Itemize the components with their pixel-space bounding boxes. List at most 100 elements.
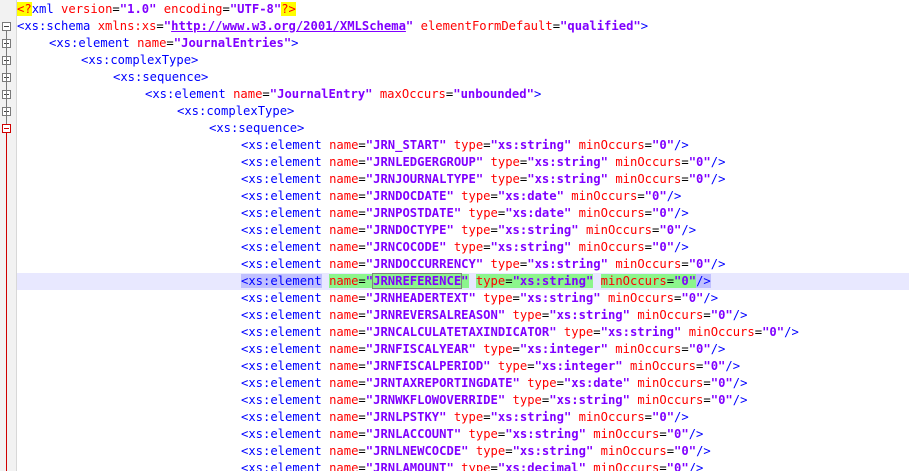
code-line[interactable]: <xs:element name="JRNFISCALYEAR" type="x… [17, 341, 909, 358]
code-line[interactable]: <xs:complexType> [17, 52, 909, 69]
code-line[interactable]: <xs:sequence> [17, 69, 909, 86]
equals: = [358, 223, 366, 237]
code-line[interactable]: <xs:element name="JRNHEADERTEXT" type="x… [17, 290, 909, 307]
code-line[interactable]: <xs:element name="JRNPOSTDATE" type="xs:… [17, 205, 909, 222]
xml-tag-close: /> [674, 240, 689, 254]
attr-type: type [490, 257, 520, 271]
quote: " [468, 291, 476, 305]
xml-tag: <xs:element [241, 444, 322, 458]
code-line[interactable]: <xs:element name="JRNCOCODE" type="xs:st… [17, 239, 909, 256]
code-line[interactable]: <xs:element name="JRNDOCDATE" type="xs:d… [17, 188, 909, 205]
code-line[interactable]: <xs:element name="JRNTAXREPORTINGDATE" t… [17, 375, 909, 392]
quote: " [527, 155, 535, 169]
code-line[interactable]: <xs:element name="JRNJOURNALTYPE" type="… [17, 171, 909, 188]
quote: " [703, 359, 711, 373]
quote: " [688, 172, 697, 186]
xml-tag: <xs:element [241, 359, 322, 373]
code-line[interactable]: <xs:element name="JRNWKFLOWOVERRIDE" typ… [17, 392, 909, 409]
quote: " [365, 155, 374, 169]
code-line[interactable]: <xs:element name="JRNLACCOUNT" type="xs:… [17, 426, 909, 443]
code-line[interactable]: <xs:schema xmlns:xs="http://www.w3.org/2… [17, 18, 909, 35]
equals: = [505, 444, 513, 458]
code-line[interactable]: <xs:element name="JRNREVERSALREASON" typ… [17, 307, 909, 324]
code-line[interactable]: <xs:element name="JRN_START" type="xs:st… [17, 137, 909, 154]
attr-minoccurs: minOccurs [615, 172, 682, 186]
code-line[interactable]: <?xml version="1.0" encoding="UTF-8"?> [17, 1, 909, 18]
element-type-value: xs:string [519, 444, 586, 458]
code-line[interactable]: <xs:element name="JRNLNEWCOCDE" type="xs… [17, 443, 909, 460]
code-line[interactable]: <xs:element name="JRNLPSTKY" type="xs:st… [17, 409, 909, 426]
xml-tag-close: /> [681, 223, 697, 237]
equals: = [644, 410, 653, 424]
equals: = [358, 461, 366, 471]
quote: " [439, 138, 447, 152]
xml-token-txt: = [166, 36, 174, 50]
quote: " [688, 257, 697, 271]
equals: = [358, 342, 366, 356]
equals: = [637, 189, 645, 203]
code-line[interactable]: <xs:complexType> [17, 103, 909, 120]
xml-token-txt [156, 2, 163, 16]
code-line[interactable]: <xs:element name="JRNFISCALPERIOD" type=… [17, 358, 909, 375]
attr-type: type [468, 427, 498, 441]
attr-type: type [475, 274, 506, 288]
quote: " [666, 427, 675, 441]
element-type-value: xs:decimal [505, 461, 579, 471]
element-minoccurs-value: 0 [659, 240, 667, 254]
attr-name: name [329, 359, 359, 373]
element-name-value: JRNWKFLOWOVERRIDE [373, 393, 498, 407]
fold-toggle-icon[interactable] [2, 22, 11, 31]
code-line[interactable]: <xs:element name="JRNDOCCURRENCY" type="… [17, 256, 909, 273]
quote: " [666, 138, 675, 152]
element-minoccurs-value: 0 [681, 444, 689, 458]
code-line[interactable]: <xs:sequence> [17, 120, 909, 137]
code-line[interactable]: <xs:element name="JRNCALCULATETAXINDICAT… [17, 324, 909, 341]
xml-token-tag: > [640, 19, 649, 33]
equals: = [666, 274, 675, 288]
code-line[interactable]: <xs:element name="JRNLAMOUNT" type="xs:d… [17, 460, 909, 471]
quote: " [365, 325, 374, 339]
code-line[interactable]: <xs:element name="JRNLEDGERGROUP" type="… [17, 154, 909, 171]
code-line[interactable]: <xs:element name="JRNDOCTYPE" type="xs:s… [17, 222, 909, 239]
attr-name: name [329, 461, 359, 471]
code-line[interactable]: <xs:element name="JournalEntries"> [17, 35, 909, 52]
code-line[interactable]: <xs:element name="JournalEntry" maxOccur… [17, 86, 909, 103]
element-name-value: JRNLACCOUNT [373, 427, 454, 441]
attr-minoccurs: minOccurs [637, 393, 704, 407]
quote: " [688, 342, 697, 356]
xml-token-tag: <xs:sequence> [113, 70, 209, 84]
element-minoccurs-value: 0 [666, 223, 675, 237]
code-line[interactable]: <xs:element name="JRNREFERENCE" type="xs… [17, 273, 909, 290]
quote: " [446, 189, 454, 203]
xml-editor[interactable]: <?xml version="1.0" encoding="UTF-8"?> <x… [0, 0, 909, 471]
equals: = [644, 206, 653, 220]
xml-token-txt: = [112, 2, 120, 16]
xml-tag-close: /> [674, 410, 689, 424]
quote: " [365, 308, 374, 322]
xml-tag-close: /> [703, 291, 719, 305]
quote: " [439, 410, 447, 424]
attr-type: type [468, 206, 498, 220]
equals: = [703, 393, 711, 407]
attr-type: type [453, 138, 484, 152]
fold-toggle-icon[interactable] [2, 124, 11, 133]
quote: " [593, 291, 601, 305]
quote: " [505, 206, 513, 220]
quote: " [505, 427, 513, 441]
attr-type: type [461, 461, 491, 471]
xml-token-txt: = [222, 2, 230, 16]
attr-type: type [453, 240, 484, 254]
